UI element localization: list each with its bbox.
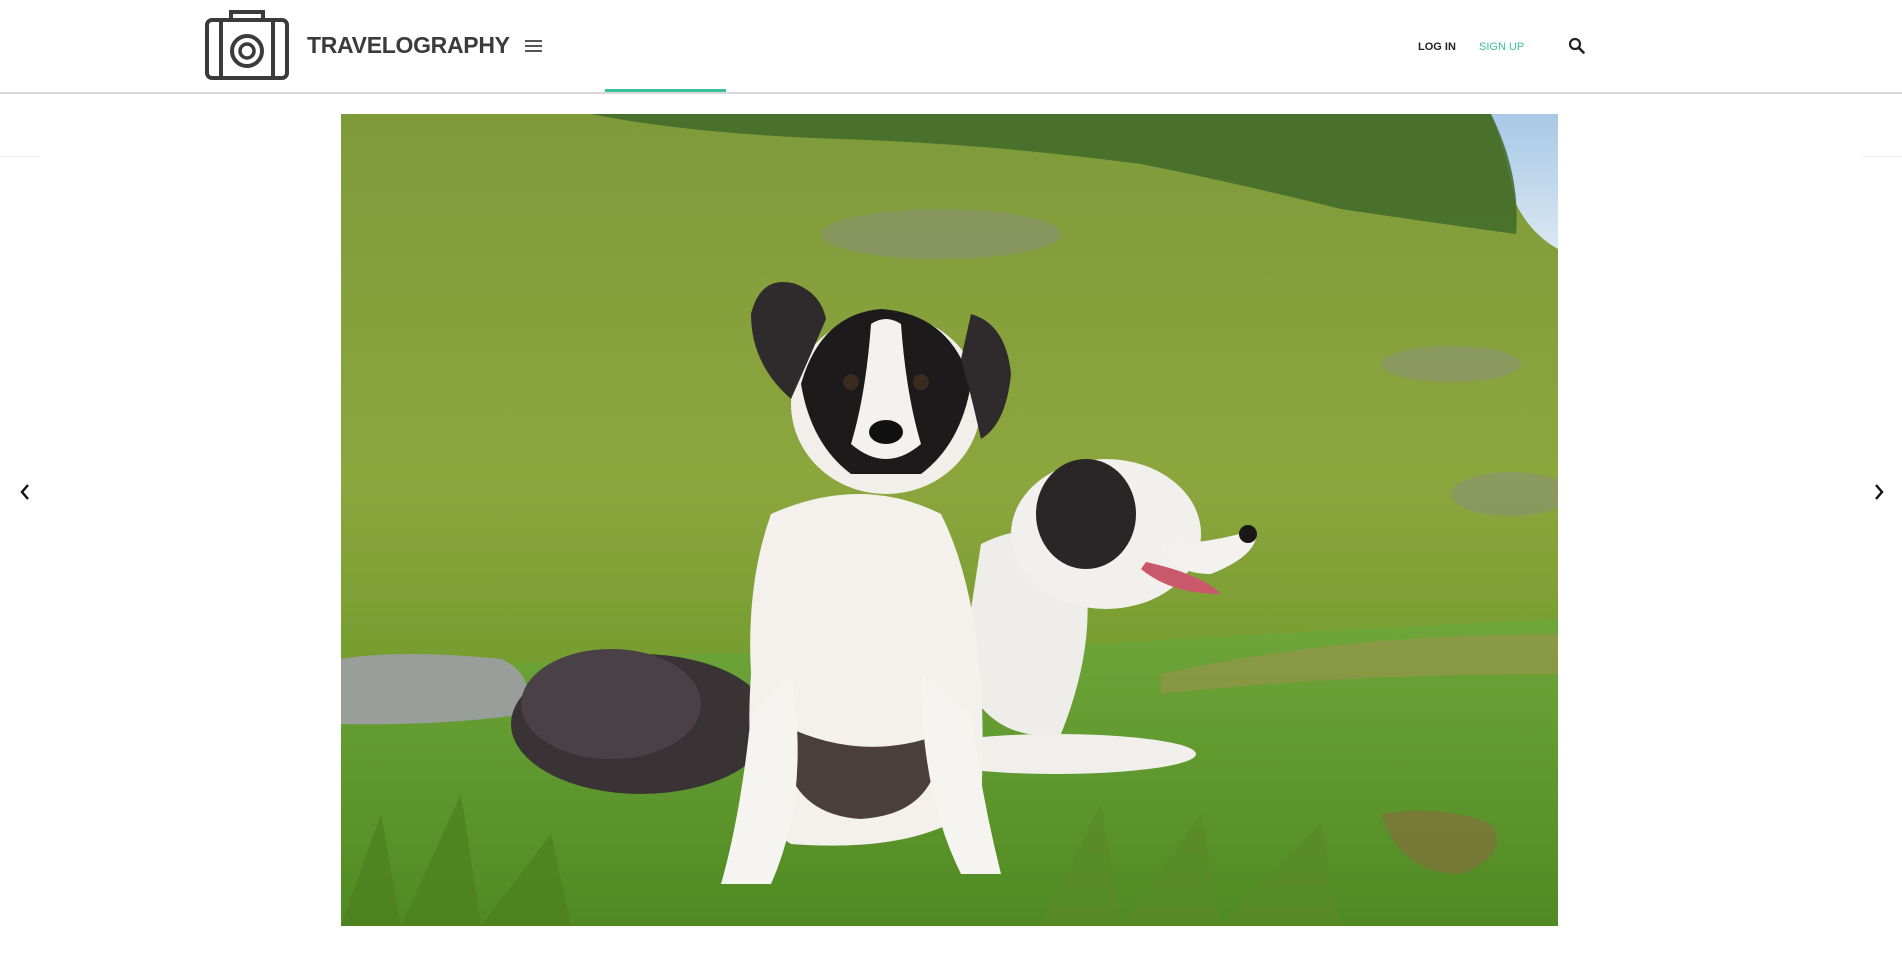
hero-photo [341,114,1558,926]
chevron-right-icon[interactable] [1872,482,1886,502]
divider [0,156,40,157]
signup-link[interactable]: SIGN UP [1479,41,1524,53]
nav-active-indicator [605,89,726,92]
login-link[interactable]: LOG IN [1418,41,1456,53]
brand-name[interactable]: TRAVELOGRAPHY [307,32,510,59]
search-icon[interactable] [1568,37,1585,54]
site-header: TRAVELOGRAPHY LOG IN SIGN UP [0,0,1902,94]
camera-icon[interactable] [204,8,290,82]
hamburger-menu-icon[interactable] [525,40,542,52]
divider [1862,156,1902,157]
chevron-left-icon[interactable] [18,482,32,502]
